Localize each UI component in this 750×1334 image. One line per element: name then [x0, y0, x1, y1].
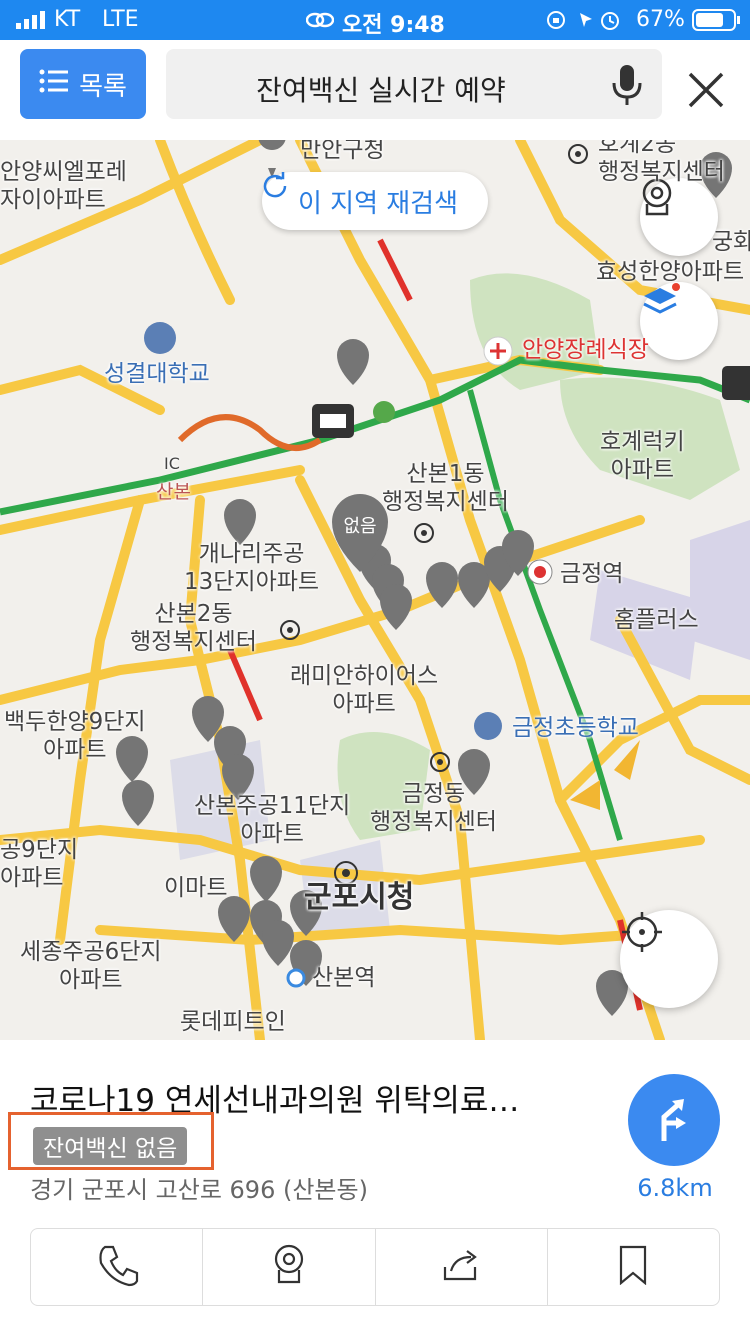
map-label-sungkyul: 성결대학교: [104, 361, 210, 387]
mic-icon[interactable]: [610, 63, 644, 111]
directions-icon: [654, 1093, 694, 1147]
cctv-icon: [272, 1244, 306, 1290]
map-label-raemian: 래미안하이어스 아파트: [290, 663, 439, 717]
place-sheet[interactable]: 코로나19 연세선내과의원 위탁의료… 잔여백신 없음 경기 군포시 고산로 6…: [0, 1040, 750, 1334]
cctv-action-button[interactable]: [203, 1229, 376, 1305]
map-label-sanbon-stn: 산본역: [312, 965, 376, 991]
badge-highlight: 잔여백신 없음: [8, 1112, 214, 1170]
vaccine-status-badge: 잔여백신 없음: [33, 1127, 188, 1165]
map-label-hogye2: 호계2동 행정복지센터: [598, 140, 725, 185]
search-header: 목록 잔여백신 실시간 예약: [0, 40, 750, 140]
list-icon: [39, 69, 69, 100]
phone-icon: [95, 1243, 139, 1291]
list-button[interactable]: 목록: [20, 49, 146, 119]
map-label-sanbon1: 산본1동 행정복지센터: [382, 461, 509, 515]
share-icon: [441, 1247, 481, 1287]
map-label-sanbon-jugong11: 산본주공11단지 아파트: [194, 793, 351, 847]
map-label-baekdu: 백두한양9단지 아파트: [4, 709, 146, 763]
layers-button[interactable]: [640, 282, 718, 360]
map-label-hyosung: 효성한양아파트: [596, 259, 745, 285]
map-label-gunpo-city: 군포시청: [304, 880, 415, 915]
map-label-anyang-cl: 안양씨엘포레 자이아파트: [0, 159, 127, 213]
directions-button[interactable]: [628, 1074, 720, 1166]
rescan-button[interactable]: 이 지역 재검색: [262, 172, 488, 230]
map-label-hogye-lucky: 호계럭키 아파트: [600, 429, 685, 483]
map-label-gunghwa: 궁화: [712, 229, 750, 255]
map-view[interactable]: 이 지역 재검색 안양씨엘포레 자이아파트 만안구청 호계2동 행정복지센터 궁…: [0, 140, 750, 1040]
map-label-geumjeong-stn: 금정역: [560, 561, 624, 587]
distance-label: 6.8km: [637, 1174, 713, 1202]
status-icons: [546, 9, 626, 37]
map-label-sejong6: 세종주공6단지 아파트: [20, 939, 162, 993]
close-icon[interactable]: [686, 70, 726, 114]
map-label-homeplus: 홈플러스: [614, 607, 699, 633]
map-label-gaenari: 개나리주공 13단지아파트: [184, 541, 320, 595]
map-label-lotte: 롯데피트인: [180, 1009, 286, 1035]
map-label-jugong9: 공9단지 아파트: [0, 837, 79, 891]
bookmark-button[interactable]: [548, 1229, 719, 1305]
action-bar: [30, 1228, 720, 1306]
status-bar: KT LTE 오전 9:48 67%: [0, 0, 750, 40]
map-label-sanbon2: 산본2동 행정복지센터: [130, 601, 257, 655]
map-label-geumjeong-school: 금정초등학교: [512, 715, 639, 741]
map-label-geumjeong-dong: 금정동 행정복지센터: [370, 781, 497, 835]
share-button[interactable]: [376, 1229, 548, 1305]
map-label-sanbon-ic: 산본: [156, 481, 191, 503]
network-label: LTE: [102, 7, 139, 32]
map-label-gucheong: 만안구청: [300, 140, 385, 163]
map-label-emart: 이마트: [164, 875, 228, 901]
map-label-anyang-funeral: 안양장례식장: [522, 337, 649, 363]
cctv-button[interactable]: [640, 178, 718, 256]
battery-icon: [692, 9, 742, 37]
list-button-label: 목록: [79, 71, 127, 102]
place-address: 경기 군포시 고산로 696 (산본동): [30, 1176, 368, 1204]
signal-icon: [16, 10, 46, 35]
call-button[interactable]: [31, 1229, 204, 1305]
carrier-label: KT: [54, 7, 81, 32]
clock: 오전 9:48: [342, 13, 445, 38]
search-query: 잔여백신 실시간 예약: [256, 74, 506, 107]
battery-percent: 67%: [636, 7, 685, 32]
rescan-label: 이 지역 재검색: [297, 188, 459, 219]
link-icon: [305, 10, 335, 36]
map-label-ic: IC: [164, 454, 180, 473]
map-pin-no-vaccine[interactable]: 없음: [336, 512, 384, 538]
bookmark-icon: [617, 1245, 649, 1289]
my-location-button[interactable]: [620, 910, 718, 1008]
search-box[interactable]: 잔여백신 실시간 예약: [166, 49, 662, 119]
